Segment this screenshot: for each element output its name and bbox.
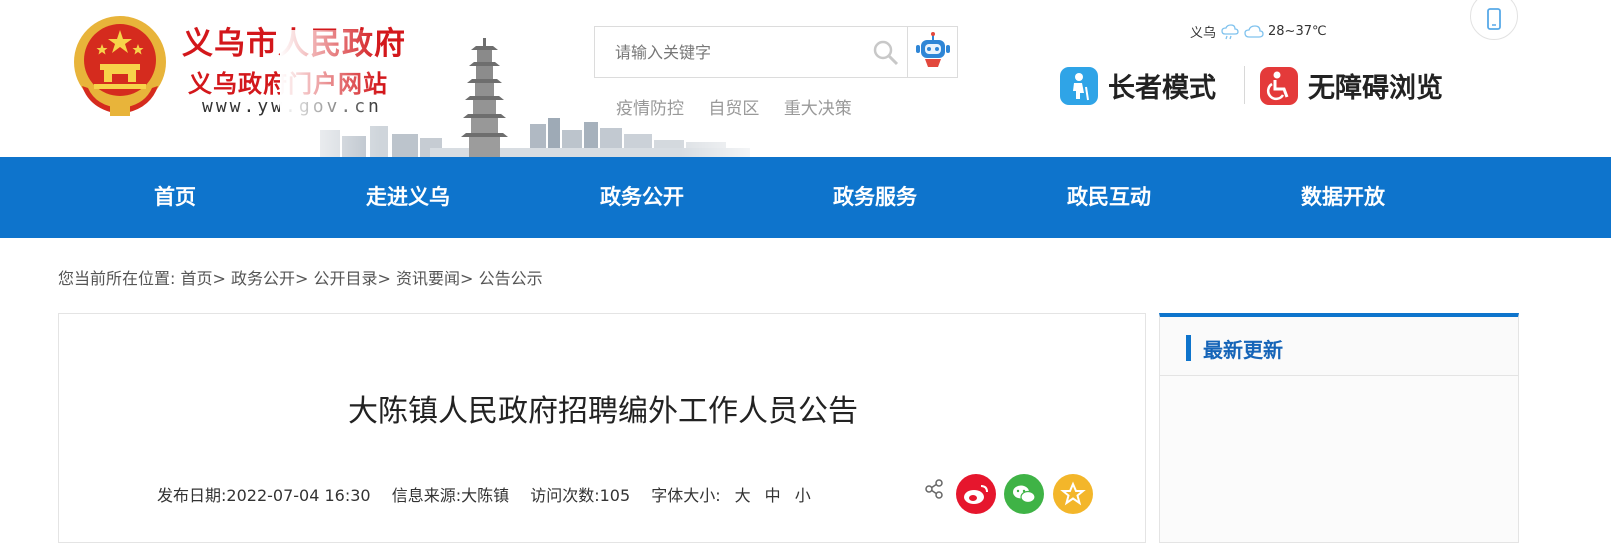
- article-meta: 发布日期:2022-07-04 16:30 信息来源:大陈镇 访问次数:105 …: [157, 482, 811, 506]
- wechat-share-button[interactable]: [1004, 474, 1044, 514]
- font-size-small[interactable]: 小: [795, 486, 811, 505]
- search-input[interactable]: [595, 27, 895, 77]
- source-value: 大陈镇: [461, 486, 510, 505]
- hot-link-ftz[interactable]: 自贸区: [708, 99, 759, 119]
- robot-assistant-icon[interactable]: [907, 27, 958, 77]
- star-icon: [1060, 481, 1086, 506]
- nav-gov-services[interactable]: 政务服务: [775, 157, 975, 238]
- title-accent-bar: [1186, 335, 1191, 361]
- breadcrumb-gov-disclosure[interactable]: 政务公开>: [231, 269, 308, 288]
- wechat-icon: [1013, 485, 1036, 504]
- article-title: 大陈镇人民政府招聘编外工作人员公告: [348, 394, 858, 429]
- font-size-control: 字体大小: 大中小: [651, 486, 810, 505]
- nav-open-data[interactable]: 数据开放: [1243, 157, 1443, 238]
- font-size-medium[interactable]: 中: [765, 486, 781, 505]
- breadcrumb: 您当前所在位置: 首页> 政务公开> 公开目录> 资讯要闻> 公告公示: [58, 265, 543, 289]
- article-panel: 大陈镇人民政府招聘编外工作人员公告 发布日期:2022-07-04 16:30 …: [58, 313, 1146, 543]
- latest-updates-header: 最新更新: [1160, 317, 1518, 376]
- breadcrumb-catalog[interactable]: 公开目录>: [314, 269, 391, 288]
- nav-interaction[interactable]: 政民互动: [1009, 157, 1209, 238]
- elder-mode-button[interactable]: 长者模式: [1060, 66, 1216, 105]
- hot-link-epidemic[interactable]: 疫情防控: [616, 99, 684, 119]
- weibo-icon: [964, 485, 988, 504]
- elder-mode-label: 长者模式: [1108, 73, 1216, 104]
- publish-date-label: 发布日期:: [157, 486, 227, 505]
- weather-widget: 义乌 28~37℃: [1190, 22, 1327, 41]
- mobile-phone-icon: [1487, 8, 1501, 30]
- hot-links: 疫情防控 自贸区 重大决策: [616, 94, 871, 119]
- favorite-button[interactable]: [1053, 474, 1093, 514]
- elder-icon: [1060, 66, 1098, 105]
- weather-temp: 28~37℃: [1268, 24, 1327, 39]
- rain-cloud-icon: [1221, 23, 1239, 39]
- views-label: 访问次数:: [530, 486, 600, 505]
- font-size-large[interactable]: 大: [735, 486, 751, 505]
- views-count: 105: [599, 486, 631, 505]
- breadcrumb-prefix: 您当前所在位置:: [58, 269, 176, 288]
- accessible-mode-label: 无障碍浏览: [1308, 73, 1443, 104]
- cloud-icon: [1244, 24, 1264, 38]
- site-header: 义乌市人民政府 义乌政府门户网站 www.yw.gov.cn: [0, 0, 1611, 157]
- main-nav: 首页 走进义乌 政务公开 政务服务 政民互动 数据开放: [0, 157, 1611, 238]
- breadcrumb-home[interactable]: 首页>: [181, 269, 226, 288]
- search-icon[interactable]: [871, 35, 901, 69]
- mobile-version-button[interactable]: [1470, 0, 1518, 40]
- breadcrumb-news[interactable]: 资讯要闻>: [396, 269, 473, 288]
- font-size-label: 字体大小:: [651, 486, 721, 505]
- wheelchair-icon: [1260, 66, 1298, 105]
- nav-gov-disclosure[interactable]: 政务公开: [542, 157, 742, 238]
- accessible-mode-button[interactable]: 无障碍浏览: [1260, 66, 1443, 105]
- breadcrumb-notices[interactable]: 公告公示: [479, 269, 543, 288]
- nav-about-yiwu[interactable]: 走进义乌: [308, 157, 508, 238]
- source-label: 信息来源:: [391, 486, 462, 505]
- latest-updates-title: 最新更新: [1203, 338, 1283, 362]
- weibo-share-button[interactable]: [956, 474, 996, 514]
- nav-home[interactable]: 首页: [75, 157, 275, 238]
- publish-date: 2022-07-04 16:30: [226, 486, 371, 505]
- share-icon[interactable]: [923, 478, 945, 500]
- hot-link-decisions[interactable]: 重大决策: [784, 99, 852, 119]
- search-box: [594, 26, 958, 78]
- national-emblem-icon: [74, 16, 166, 116]
- weather-city: 义乌: [1190, 26, 1217, 41]
- latest-updates-panel: 最新更新: [1159, 313, 1519, 543]
- mode-divider: [1244, 66, 1245, 104]
